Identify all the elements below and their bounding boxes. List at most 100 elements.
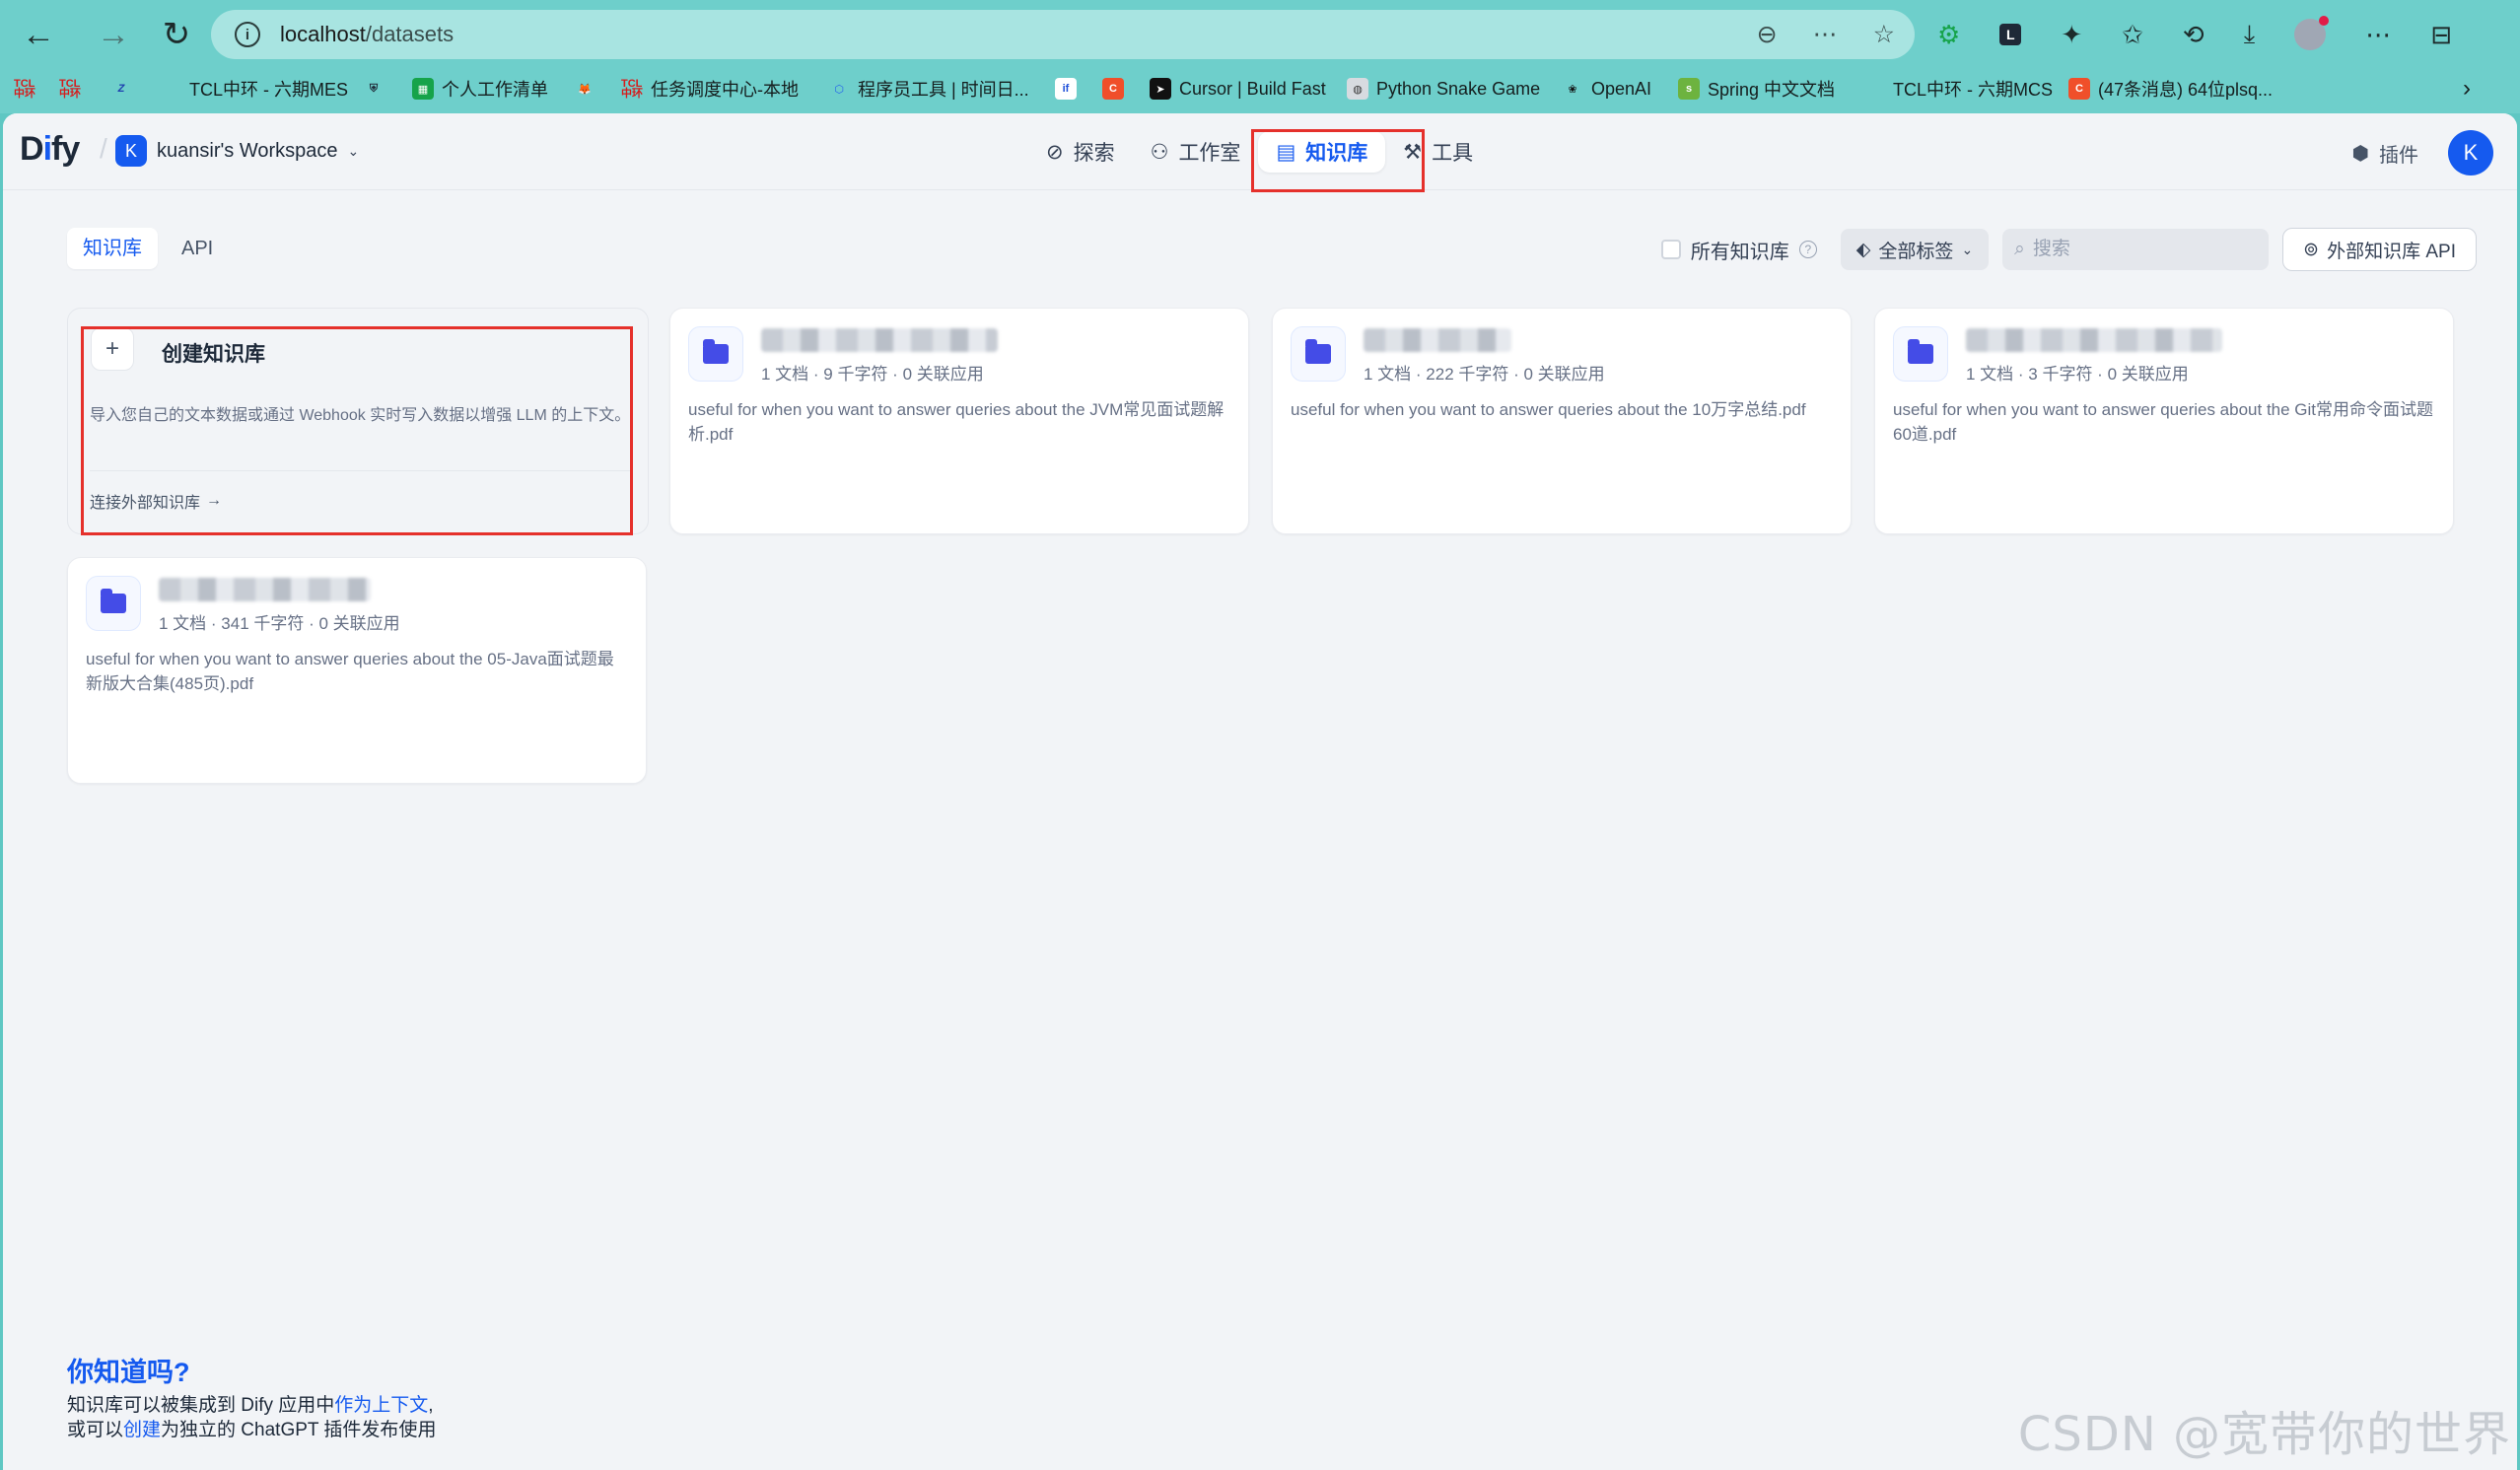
dataset-card[interactable]: 1 文档 · 341 千字符 · 0 关联应用 useful for when … — [67, 557, 647, 784]
bookmark-label: (47条消息) 64位plsq... — [2098, 80, 2274, 100]
back-icon[interactable]: ← — [13, 9, 64, 60]
dataset-title-redacted — [1966, 328, 2222, 352]
bookmark-item[interactable]: Z — [110, 69, 132, 108]
url-text[interactable]: localhost/datasets — [280, 22, 454, 47]
tag-icon: ⬖ — [1855, 239, 1871, 260]
download-icon[interactable]: ⤓ — [2244, 19, 2256, 50]
compass-icon: ⊘ — [1046, 140, 1064, 164]
favorite-star-icon[interactable]: ☆ — [1873, 20, 1895, 49]
reload-icon[interactable]: ↻ — [151, 9, 202, 60]
dataset-title-redacted — [1364, 328, 1511, 352]
dataset-card[interactable]: 1 文档 · 9 千字符 · 0 关联应用 useful for when yo… — [669, 308, 1249, 534]
all-knowledge-label: 所有知识库 — [1690, 241, 1789, 263]
browser-extensions: ⚙ L ✦ ✩ ⟲ ⤓ ⋯ ⊟ — [1937, 10, 2452, 59]
filter-bar: 所有知识库 ? ⬖ 全部标签 ⌄ ⌕ ⊚ 外部知识库 API — [1660, 228, 2477, 271]
nav-label: 工作室 — [1178, 142, 1241, 165]
nav-studio[interactable]: ⚇ 工作室 — [1133, 131, 1259, 173]
openai-icon: ❀ — [1568, 83, 1577, 96]
bookmark-item[interactable]: 🦊 — [574, 69, 595, 108]
nav-explore[interactable]: ⊘ 探索 — [1028, 131, 1133, 173]
spring-icon: s — [1678, 78, 1700, 100]
search-box[interactable]: ⌕ — [2002, 229, 2270, 270]
dataset-meta: 1 文档 · 341 千字符 · 0 关联应用 — [159, 614, 400, 633]
robot-icon: ⚇ — [1150, 140, 1169, 164]
bookmark-item[interactable]: ❀ OpenAI — [1562, 69, 1651, 108]
site-info-icon[interactable]: i — [235, 22, 260, 47]
tip-line-1: 知识库可以被集成到 Dify 应用中作为上下文, — [67, 1390, 434, 1417]
gitlab-icon: 🦊 — [578, 83, 592, 96]
external-api-button[interactable]: ⊚ 外部知识库 API — [2282, 228, 2477, 271]
reading-mode-icon[interactable]: ⋯ — [1813, 20, 1838, 49]
bookmark-item[interactable]: TCL中环 - 六期MCS — [1893, 69, 2053, 108]
bookmark-item[interactable]: ▦ 个人工作清单 — [412, 69, 548, 108]
z-icon: Z — [117, 83, 125, 95]
all-knowledge-checkbox[interactable]: 所有知识库 ? — [1660, 236, 1817, 264]
bookmark-item[interactable]: C (47条消息) 64位plsq... — [2068, 69, 2273, 108]
bookmark-label: TCL中环 - 六期MES — [189, 80, 349, 100]
bookmark-label: Cursor | Build Fast — [1179, 78, 1326, 99]
tip-create-link[interactable]: 创建 — [123, 1420, 161, 1440]
dataset-meta: 1 文档 · 222 千字符 · 0 关联应用 — [1364, 365, 1605, 384]
tip-title: 你知道吗? — [67, 1358, 190, 1387]
highlight-box-create — [81, 326, 633, 535]
bookmark-item[interactable]: s Spring 中文文档 — [1678, 69, 1835, 108]
watermark: CSDN @宽带你的世界 — [2017, 1407, 2511, 1462]
bookmarks-overflow-icon[interactable]: › — [2463, 69, 2471, 108]
sidebar-toggle-icon[interactable]: ⊟ — [2430, 20, 2452, 50]
tcl-icon: TCL 中环 — [59, 78, 81, 100]
help-icon[interactable]: ? — [1798, 241, 1817, 258]
bookmark-item[interactable]: TCL中环 - 六期MES — [189, 69, 348, 108]
folder-icon — [1893, 326, 1948, 382]
dataset-tabs: 知识库 API — [67, 228, 229, 269]
dataset-title-redacted — [761, 328, 998, 352]
bookmark-item[interactable]: ◍ Python Snake Game — [1347, 69, 1540, 108]
if-icon: if — [1055, 78, 1077, 100]
dataset-description: useful for when you want to answer queri… — [86, 650, 614, 693]
dify-app: Dify / K kuansir's Workspace ⌄ ⊘ 探索 ⚇ 工作室 … — [3, 113, 2517, 1470]
extension-l-icon[interactable]: L — [1999, 24, 2022, 45]
history-icon[interactable]: ⟲ — [2183, 20, 2205, 50]
extensions-puzzle-icon[interactable]: ✦ — [2061, 20, 2082, 50]
dataset-description: useful for when you want to answer queri… — [1291, 400, 1806, 419]
tip-context-link[interactable]: 作为上下文 — [334, 1395, 428, 1416]
cube-icon: ⬢ — [2351, 143, 2369, 165]
bookmark-item[interactable]: TCL 中环 任务调度中心-本地 — [621, 69, 799, 108]
tab-knowledge[interactable]: 知识库 — [67, 228, 158, 269]
forward-icon[interactable]: → — [88, 9, 139, 60]
bookmark-item[interactable]: TCL 中环 — [14, 69, 35, 108]
tag-filter-select[interactable]: ⬖ 全部标签 ⌄ — [1840, 229, 1990, 270]
extension-gear-icon[interactable]: ⚙ — [1937, 20, 1960, 50]
url-path: /datasets — [365, 22, 455, 46]
bookmark-label: Spring 中文文档 — [1708, 80, 1836, 100]
bookmark-label: 任务调度中心-本地 — [651, 80, 799, 100]
favorites-icon[interactable]: ✩ — [2122, 20, 2143, 50]
tab-api[interactable]: API — [166, 228, 229, 269]
bookmark-item[interactable]: if — [1055, 69, 1077, 108]
workspace-switcher[interactable]: K kuansir's Workspace ⌄ — [115, 135, 359, 167]
tip-line-2: 或可以创建为独立的 ChatGPT 插件发布使用 — [67, 1415, 436, 1441]
bookmark-item[interactable]: C — [1102, 69, 1124, 108]
more-icon[interactable]: ⋯ — [2365, 20, 2391, 50]
tcl-icon: TCL 中环 — [621, 78, 643, 100]
address-bar[interactable]: i localhost/datasets ⊖ ⋯ ☆ — [211, 10, 1915, 59]
tip-text: , — [428, 1395, 434, 1416]
tip-text: 或可以 — [67, 1420, 124, 1440]
nav-label: 探索 — [1073, 142, 1115, 165]
bookmark-item[interactable]: ⛨ — [363, 69, 385, 108]
shield-icon: ⛨ — [369, 82, 379, 95]
dify-logo[interactable]: Dify — [20, 130, 80, 169]
user-avatar[interactable]: K — [2448, 130, 2493, 175]
tag-filter-label: 全部标签 — [1878, 241, 1954, 262]
plugins-button[interactable]: ⬢ 插件 — [2352, 139, 2418, 168]
bookmark-item[interactable]: ➤ Cursor | Build Fast — [1150, 69, 1326, 108]
bookmark-label: 程序员工具 | 时间日... — [858, 80, 1029, 100]
cube-icon: ⬡ — [834, 83, 844, 96]
bookmark-item[interactable]: TCL 中环 — [59, 69, 81, 108]
profile-icon[interactable] — [2294, 16, 2330, 50]
search-input[interactable] — [2032, 239, 2230, 260]
dataset-card[interactable]: 1 文档 · 3 千字符 · 0 关联应用 useful for when yo… — [1874, 308, 2454, 534]
zoom-icon[interactable]: ⊖ — [1757, 20, 1778, 49]
bookmark-item[interactable]: ⬡ 程序员工具 | 时间日... — [828, 69, 1029, 108]
dataset-card[interactable]: 1 文档 · 222 千字符 · 0 关联应用 useful for when … — [1272, 308, 1852, 534]
checkbox-box[interactable] — [1660, 240, 1681, 259]
